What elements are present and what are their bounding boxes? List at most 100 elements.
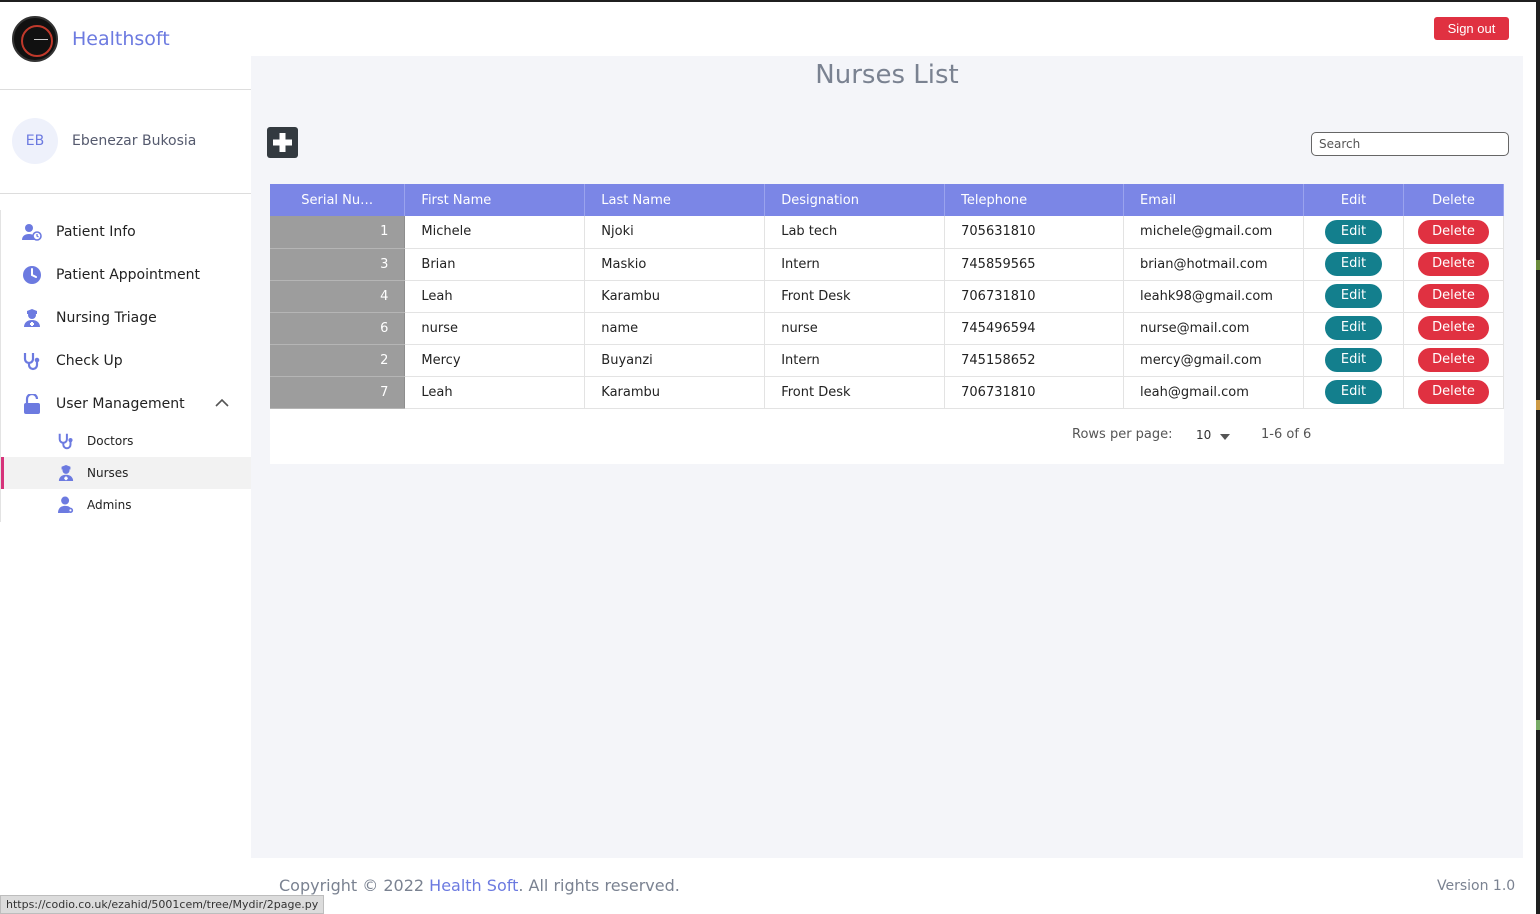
status-bar-url: https://codio.co.uk/ezahid/5001cem/tree/… bbox=[0, 895, 325, 914]
divider bbox=[0, 193, 251, 194]
sidebar-item-patient-info[interactable]: Patient Info bbox=[1, 210, 251, 253]
brand[interactable]: Healthsoft bbox=[12, 16, 170, 62]
column-header-email[interactable]: Email bbox=[1123, 184, 1305, 216]
cell-email: nurse@mail.com bbox=[1123, 312, 1305, 345]
cell-first-name: Leah bbox=[404, 376, 586, 409]
cell-email: leahk98@gmail.com bbox=[1123, 280, 1305, 313]
cell-designation: Front Desk bbox=[764, 376, 946, 409]
column-header-serial[interactable]: Serial Nu… bbox=[270, 184, 406, 216]
sidebar-subitem-nurses[interactable]: Nurses bbox=[1, 457, 251, 489]
edit-button[interactable]: Edit bbox=[1324, 219, 1382, 244]
edit-button[interactable]: Edit bbox=[1324, 380, 1382, 404]
table-row: 7 Leah Karambu Front Desk 706731810 leah… bbox=[270, 376, 1505, 409]
cell-last-name: Buyanzi bbox=[584, 344, 766, 377]
cell-last-name: Maskio bbox=[584, 248, 766, 281]
sidebar-item-label: Nursing Triage bbox=[56, 309, 157, 326]
cell-email: leah@gmail.com bbox=[1123, 376, 1305, 409]
nurses-table: Serial Nu… First Name Last Name Designat… bbox=[270, 184, 1505, 409]
cell-edit: Edit bbox=[1303, 344, 1404, 377]
cell-first-name: Brian bbox=[404, 248, 586, 281]
column-header-first-name[interactable]: First Name bbox=[404, 184, 586, 216]
unlock-icon bbox=[21, 393, 43, 415]
search-input[interactable] bbox=[1311, 132, 1509, 156]
rows-per-page-select[interactable]: 10 bbox=[1196, 428, 1211, 442]
sidebar-nav: Patient Info Patient Appointment Nursing… bbox=[0, 210, 251, 522]
table-row: 6 nurse name nurse 745496594 nurse@mail.… bbox=[270, 312, 1505, 345]
cell-telephone: 705631810 bbox=[944, 216, 1125, 249]
window-right-border bbox=[1536, 0, 1540, 914]
cell-delete: Delete bbox=[1403, 344, 1505, 377]
admin-icon bbox=[56, 495, 76, 515]
cell-last-name: name bbox=[584, 312, 766, 345]
cell-edit: Edit bbox=[1303, 248, 1404, 281]
column-header-designation[interactable]: Designation bbox=[764, 184, 946, 216]
cell-email: brian@hotmail.com bbox=[1123, 248, 1305, 281]
delete-button[interactable]: Delete bbox=[1417, 284, 1489, 308]
sidebar-item-label: Check Up bbox=[56, 352, 123, 369]
column-header-telephone[interactable]: Telephone bbox=[944, 184, 1125, 216]
sign-out-button[interactable]: Sign out bbox=[1434, 17, 1509, 40]
table-row: 3 Brian Maskio Intern 745859565 brian@ho… bbox=[270, 248, 1505, 281]
nurse-icon bbox=[21, 307, 43, 329]
cell-edit: Edit bbox=[1303, 280, 1404, 313]
caret-down-icon[interactable] bbox=[1220, 429, 1230, 444]
nurses-table-card: Serial Nu… First Name Last Name Designat… bbox=[270, 184, 1505, 464]
rows-per-page-label: Rows per page: bbox=[1072, 427, 1173, 442]
cell-first-name: Mercy bbox=[404, 344, 586, 377]
sidebar-subitem-label: Nurses bbox=[87, 466, 129, 480]
sidebar-item-check-up[interactable]: Check Up bbox=[1, 339, 251, 382]
table-row: 4 Leah Karambu Front Desk 706731810 leah… bbox=[270, 280, 1505, 313]
app-logo-icon bbox=[12, 16, 58, 62]
edit-button[interactable]: Edit bbox=[1324, 348, 1382, 372]
column-header-delete: Delete bbox=[1403, 184, 1505, 216]
cell-delete: Delete bbox=[1403, 280, 1505, 313]
cell-delete: Delete bbox=[1403, 376, 1505, 409]
sidebar-item-patient-appointment[interactable]: Patient Appointment bbox=[1, 253, 251, 296]
edit-button[interactable]: Edit bbox=[1324, 252, 1382, 276]
cell-serial: 7 bbox=[270, 376, 406, 409]
cell-serial: 6 bbox=[270, 312, 406, 345]
sidebar: Healthsoft EB Ebenezar Bukosia Patient I… bbox=[0, 2, 251, 858]
cell-last-name: Karambu bbox=[584, 376, 766, 409]
footer-brand-link[interactable]: Health Soft bbox=[429, 876, 518, 895]
page-title: Nurses List bbox=[815, 60, 959, 90]
sidebar-item-label: Patient Info bbox=[56, 223, 136, 240]
cell-telephone: 745496594 bbox=[944, 312, 1125, 345]
delete-button[interactable]: Delete bbox=[1417, 348, 1489, 372]
stethoscope-icon bbox=[56, 431, 76, 451]
cell-serial: 3 bbox=[270, 248, 406, 281]
copyright-suffix: . All rights reserved. bbox=[518, 876, 680, 895]
edit-button[interactable]: Edit bbox=[1324, 284, 1382, 308]
brand-name: Healthsoft bbox=[72, 28, 170, 50]
cell-designation: Front Desk bbox=[764, 280, 946, 313]
cell-edit: Edit bbox=[1303, 312, 1404, 345]
column-header-edit: Edit bbox=[1303, 184, 1404, 216]
sidebar-subitem-admins[interactable]: Admins bbox=[1, 489, 251, 521]
table-row: 2 Mercy Buyanzi Intern 745158652 mercy@g… bbox=[270, 344, 1505, 377]
cell-designation: Intern bbox=[764, 344, 946, 377]
add-nurse-button[interactable] bbox=[267, 127, 298, 158]
cell-email: mercy@gmail.com bbox=[1123, 344, 1305, 377]
sidebar-item-label: User Management bbox=[56, 395, 185, 412]
delete-button[interactable]: Delete bbox=[1417, 316, 1489, 340]
user-profile: EB Ebenezar Bukosia bbox=[12, 118, 196, 164]
cell-designation: Intern bbox=[764, 248, 946, 281]
sidebar-subitem-label: Admins bbox=[87, 498, 132, 512]
chevron-up-icon[interactable] bbox=[215, 395, 229, 411]
patient-info-icon bbox=[21, 221, 43, 243]
table-header-row: Serial Nu… First Name Last Name Designat… bbox=[270, 184, 1505, 216]
sidebar-item-nursing-triage[interactable]: Nursing Triage bbox=[1, 296, 251, 339]
delete-button[interactable]: Delete bbox=[1417, 380, 1489, 404]
delete-button[interactable]: Delete bbox=[1417, 252, 1489, 276]
cell-last-name: Karambu bbox=[584, 280, 766, 313]
edit-button[interactable]: Edit bbox=[1324, 316, 1382, 340]
table-row: 1 Michele Njoki Lab tech 705631810 miche… bbox=[270, 216, 1505, 249]
delete-button[interactable]: Delete bbox=[1417, 219, 1489, 244]
sidebar-subitem-doctors[interactable]: Doctors bbox=[1, 425, 251, 457]
sidebar-item-user-management[interactable]: User Management bbox=[1, 382, 251, 425]
cell-edit: Edit bbox=[1303, 376, 1404, 409]
copyright-prefix: Copyright © 2022 bbox=[279, 876, 430, 895]
cell-serial: 2 bbox=[270, 344, 406, 377]
cell-serial: 1 bbox=[270, 216, 406, 249]
column-header-last-name[interactable]: Last Name bbox=[584, 184, 766, 216]
